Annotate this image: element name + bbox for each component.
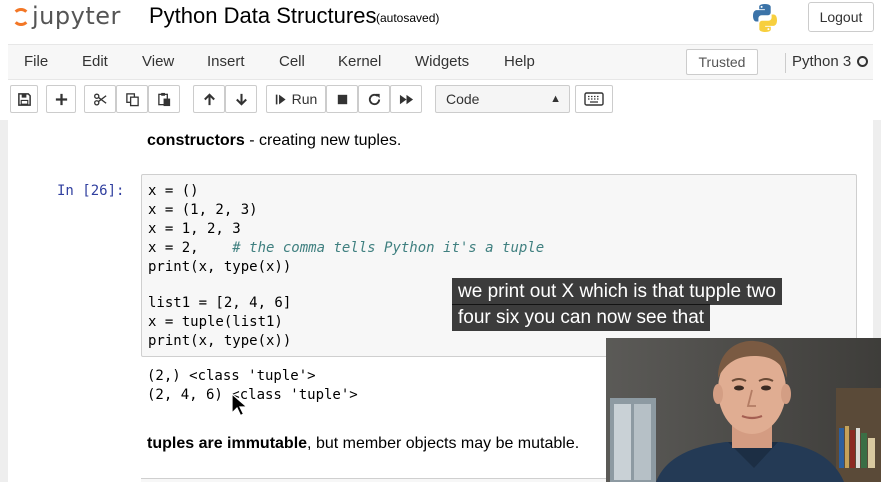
code-line: list1 = [2, 4, 6] [148, 295, 292, 311]
markdown-cell-immutable[interactable]: tuples are immutable, but member objects… [147, 435, 579, 453]
cell-type-select[interactable]: Code ▲ [435, 85, 570, 113]
notebook-title[interactable]: Python Data Structures [149, 3, 376, 29]
move-down-button[interactable] [225, 85, 257, 113]
menu-edit[interactable]: Edit [82, 53, 108, 70]
menu-insert[interactable]: Insert [207, 53, 245, 70]
copy-icon [125, 92, 139, 106]
toolbar: Run Code ▲ [8, 80, 873, 118]
code-line: x = tuple(list1) [148, 314, 283, 330]
code-line: x = () [148, 183, 199, 199]
md-bold-text: constructors [147, 132, 245, 149]
fast-forward-icon [399, 94, 413, 104]
keyboard-icon [584, 92, 604, 106]
jupyter-logo-icon [12, 8, 30, 26]
md-text: , but member objects may be mutable. [307, 435, 580, 452]
jupyter-logo-text: jupyter [32, 2, 121, 30]
logout-button[interactable]: Logout [808, 2, 874, 32]
menubar: File Edit View Insert Cell Kernel Widget… [8, 44, 873, 80]
run-icon [275, 94, 286, 104]
presenter-video [606, 338, 881, 482]
run-button[interactable]: Run [266, 85, 326, 113]
markdown-cell-constructors[interactable]: constructors - creating new tuples. [147, 132, 401, 150]
code-comment: # the comma tells Python it's a tuple [232, 240, 545, 256]
restart-run-all-button[interactable] [390, 85, 422, 113]
menu-view[interactable]: View [142, 53, 174, 70]
stop-icon [337, 94, 347, 104]
menu-kernel[interactable]: Kernel [338, 53, 381, 70]
mouse-cursor-icon [231, 393, 247, 417]
code-line: x = (1, 2, 3) [148, 202, 258, 218]
run-label: Run [291, 91, 318, 107]
menu-file[interactable]: File [24, 53, 48, 70]
code-line: x = 1, 2, 3 [148, 221, 241, 237]
autosave-status: (autosaved) [376, 11, 440, 25]
video-caption-line-1: we print out X which is that tupple two [452, 278, 782, 305]
output-line: (2, 4, 6) <class 'tuple'> [147, 387, 358, 403]
arrow-up-icon [203, 92, 215, 105]
output-line: (2,) <class 'tuple'> [147, 368, 316, 384]
interrupt-button[interactable] [326, 85, 358, 113]
kernel-idle-icon [857, 56, 869, 67]
menu-help[interactable]: Help [504, 53, 535, 70]
move-up-button[interactable] [193, 85, 225, 113]
select-caret-icon: ▲ [550, 93, 561, 105]
restart-icon [368, 93, 380, 105]
command-palette-button[interactable] [575, 85, 613, 113]
copy-button[interactable] [116, 85, 148, 113]
kernel-name: Python 3 [792, 53, 852, 70]
trusted-badge[interactable]: Trusted [686, 49, 758, 75]
code-cell-next[interactable] [141, 478, 606, 482]
video-caption-line-2: four six you can now see that [452, 304, 711, 331]
python-logo-icon [753, 4, 777, 32]
save-button[interactable] [10, 85, 38, 113]
jupyter-logo[interactable]: jupyter [12, 2, 121, 30]
input-prompt: In [26]: [57, 183, 125, 199]
paste-button[interactable] [148, 85, 180, 113]
code-line: x = 2, # the comma tells Python it's a t… [148, 240, 545, 256]
cut-icon [93, 92, 107, 106]
code-line: print(x, type(x)) [148, 259, 292, 275]
insert-cell-button[interactable] [46, 85, 76, 113]
plus-icon [55, 93, 67, 105]
menu-widgets[interactable]: Widgets [415, 53, 469, 70]
notebook-header: jupyter Python Data Structures (autosave… [0, 0, 881, 42]
menu-cell[interactable]: Cell [279, 53, 305, 70]
restart-button[interactable] [358, 85, 390, 113]
paste-icon [157, 92, 170, 106]
cut-button[interactable] [84, 85, 116, 113]
cell-type-value: Code [446, 91, 480, 107]
save-icon [17, 92, 31, 106]
arrow-down-icon [235, 93, 247, 106]
code-line: print(x, type(x)) [148, 333, 292, 349]
webcam-overlay [606, 338, 881, 482]
kernel-indicator: Python 3 [785, 53, 869, 73]
md-text: - creating new tuples. [244, 132, 402, 149]
md-bold-text: tuples are immutable [147, 435, 308, 452]
